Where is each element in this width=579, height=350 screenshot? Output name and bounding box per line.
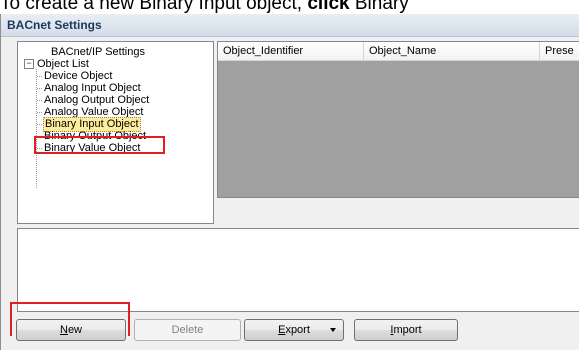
details-text-area[interactable] bbox=[17, 228, 579, 312]
import-button[interactable]: Import bbox=[354, 319, 458, 341]
delete-mnemonic: D bbox=[171, 324, 180, 336]
instruction-caption: To create a new Binary Input object, cli… bbox=[0, 0, 579, 14]
bacnet-settings-window: BACnet Settings BACnet/IP Settings − Obj… bbox=[0, 14, 579, 350]
window-title: BACnet Settings bbox=[7, 18, 102, 32]
title-bar: BACnet Settings bbox=[1, 14, 579, 37]
collapse-icon[interactable]: − bbox=[24, 59, 34, 69]
settings-tree: BACnet/IP Settings − Object List Device … bbox=[17, 41, 214, 224]
grid-header: Object_Identifier Object_Name Prese bbox=[218, 42, 579, 61]
caption-action: click bbox=[307, 0, 350, 14]
tree-branch-line bbox=[37, 124, 42, 125]
column-header-present-value[interactable]: Prese bbox=[540, 42, 579, 60]
object-grid[interactable]: Object_Identifier Object_Name Prese bbox=[217, 41, 579, 198]
export-label: xport bbox=[285, 324, 310, 336]
binary-input-highlight bbox=[34, 136, 165, 154]
delete-label: elete bbox=[179, 324, 204, 336]
tree-branch-line bbox=[37, 76, 42, 77]
tree-branch-line bbox=[37, 100, 42, 101]
tree-branch-line bbox=[37, 88, 42, 89]
column-header-object-identifier[interactable]: Object_Identifier bbox=[218, 42, 364, 60]
import-label: mport bbox=[393, 324, 422, 336]
column-header-object-name[interactable]: Object_Name bbox=[364, 42, 540, 60]
new-button-highlight bbox=[10, 302, 130, 336]
delete-button[interactable]: Delete bbox=[134, 319, 241, 341]
caption-suffix: Binary bbox=[349, 0, 409, 14]
tree-connector-line bbox=[36, 69, 37, 188]
tree-branch-line bbox=[37, 112, 42, 113]
caption-text: To create a new Binary Input object, bbox=[0, 0, 308, 14]
export-button[interactable]: Export bbox=[244, 319, 344, 341]
dropdown-arrow-icon[interactable] bbox=[330, 328, 336, 332]
